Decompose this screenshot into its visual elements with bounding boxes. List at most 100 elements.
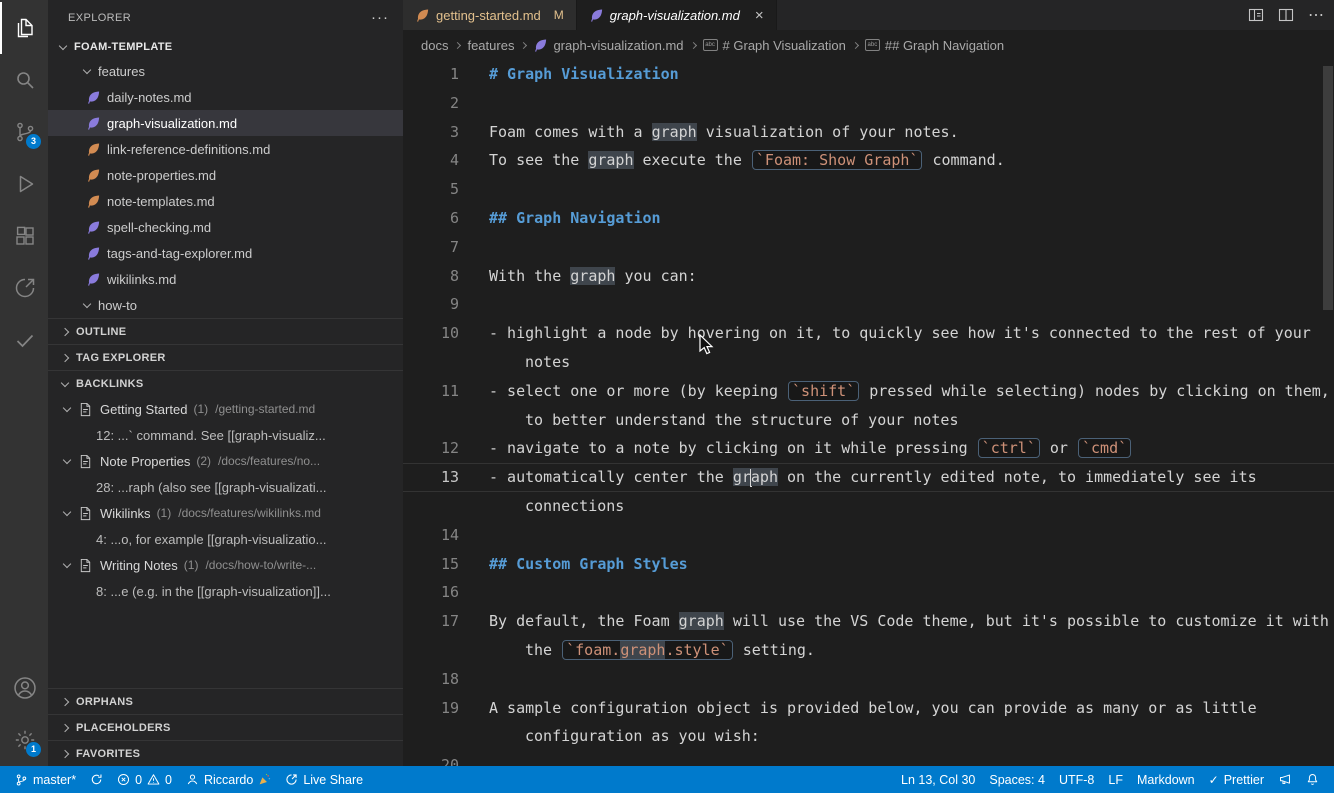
close-icon[interactable]: × xyxy=(755,8,764,23)
file-daily-notes-md[interactable]: daily-notes.md xyxy=(48,84,403,110)
foam-feather-icon xyxy=(86,116,101,131)
editor-line[interactable]: 9 xyxy=(403,290,1334,319)
breadcrumb-graph-visualization-md[interactable]: graph-visualization.md xyxy=(533,38,684,53)
editor-line[interactable]: 6 ## Graph Navigation xyxy=(403,204,1334,233)
status-branch[interactable]: master* xyxy=(8,766,83,793)
breadcrumb-graph-visualization[interactable]: abc # Graph Visualization xyxy=(702,38,846,53)
editor-line[interactable]: 15 ## Custom Graph Styles xyxy=(403,550,1334,579)
backlink-item-wikilinks[interactable]: Wikilinks (1) /docs/features/wikilinks.md xyxy=(48,500,403,526)
status-cursor-position[interactable]: Ln 13, Col 30 xyxy=(894,766,982,793)
file-spell-checking-md[interactable]: spell-checking.md xyxy=(48,214,403,240)
text-editor[interactable]: 1 # Graph Visualization 2 3 Foam comes with … xyxy=(403,60,1334,766)
folder-features[interactable]: features xyxy=(48,58,403,84)
editor-line[interactable]: 18 xyxy=(403,665,1334,694)
vscode-window: 31 EXPLORER ··· FOAM-TEMPLATE features da… xyxy=(0,0,1334,766)
activity-live-share[interactable] xyxy=(0,262,48,314)
badge: 1 xyxy=(26,742,41,757)
editor-line[interactable]: 4 To see the graph execute the `Foam: Sho… xyxy=(403,146,1334,175)
breadcrumb-docs[interactable]: docs xyxy=(421,38,448,53)
backlink-reference[interactable]: 4: ...o, for example [[graph-visualizati… xyxy=(48,526,403,552)
panel-placeholders[interactable]: PLACEHOLDERS xyxy=(48,714,403,740)
file-link-reference-definitions-md[interactable]: link-reference-definitions.md xyxy=(48,136,403,162)
split-editor-icon[interactable] xyxy=(1278,7,1294,23)
word-highlight: graph xyxy=(570,266,616,285)
backlink-item-getting-started[interactable]: Getting Started (1) /getting-started.md xyxy=(48,396,403,422)
panel-tag-explorer[interactable]: TAG EXPLORER xyxy=(48,344,403,370)
activity-testing[interactable] xyxy=(0,314,48,366)
open-preview-icon[interactable] xyxy=(1248,7,1264,23)
status-problems[interactable]: 00 xyxy=(110,766,179,793)
panel-orphans[interactable]: ORPHANS xyxy=(48,688,403,714)
editor-line[interactable]: 2 xyxy=(403,89,1334,118)
backlink-item-note-properties[interactable]: Note Properties (2) /docs/features/no... xyxy=(48,448,403,474)
file-wikilinks-md[interactable]: wikilinks.md xyxy=(48,266,403,292)
status-indentation[interactable]: Spaces: 4 xyxy=(982,766,1052,793)
editor-line[interactable]: 8 With the graph you can: xyxy=(403,262,1334,291)
editor-line[interactable]: 17 By default, the Foam graph will use th… xyxy=(403,607,1334,636)
activity-run-debug[interactable] xyxy=(0,158,48,210)
breadcrumb-features[interactable]: features xyxy=(467,38,514,53)
foam-feather-icon xyxy=(86,220,101,235)
status-user[interactable]: Riccardo xyxy=(179,766,278,793)
status-eol[interactable]: LF xyxy=(1101,766,1130,793)
editor-line[interactable]: 20 xyxy=(403,751,1334,766)
status-formatter[interactable]: ✓ Prettier xyxy=(1202,766,1271,793)
panel-backlinks[interactable]: BACKLINKS xyxy=(48,370,403,396)
tab-getting-started-md[interactable]: getting-started.md M xyxy=(403,0,577,30)
activity-account[interactable] xyxy=(0,662,48,714)
editor-line[interactable]: 16 xyxy=(403,578,1334,607)
editor-line[interactable]: 7 xyxy=(403,233,1334,262)
editor-line-wrap[interactable]: to better understand the structure of yo… xyxy=(403,406,1334,435)
tab-graph-visualization-md[interactable]: graph-visualization.md × xyxy=(576,0,777,30)
backlink-reference[interactable]: 8: ...e (e.g. in the [[graph-visualizati… xyxy=(48,578,403,604)
file-note-templates-md[interactable]: note-templates.md xyxy=(48,188,403,214)
activity-source-control[interactable]: 3 xyxy=(0,106,48,158)
panel-favorites[interactable]: FAVORITES xyxy=(48,740,403,766)
status-encoding[interactable]: UTF-8 xyxy=(1052,766,1101,793)
panel-outline[interactable]: OUTLINE xyxy=(48,318,403,344)
editor-line[interactable]: 10 - highlight a node by hovering on it, … xyxy=(403,319,1334,348)
editor-line[interactable]: 14 xyxy=(403,521,1334,550)
file-note-properties-md[interactable]: note-properties.md xyxy=(48,162,403,188)
file-graph-visualization-md[interactable]: graph-visualization.md xyxy=(48,110,403,136)
editor-line[interactable]: 3 Foam comes with a graph visualization o… xyxy=(403,118,1334,147)
editor-line-wrap[interactable]: the `foam.graph.style` setting. xyxy=(403,636,1334,665)
status-sync[interactable] xyxy=(83,766,110,793)
editor-line[interactable]: 1 # Graph Visualization xyxy=(403,60,1334,89)
editor-line-wrap[interactable]: configuration as you wish: xyxy=(403,722,1334,751)
backlink-title: Note Properties xyxy=(100,453,191,469)
status-notifications[interactable] xyxy=(1299,766,1326,793)
backlinks-list: Getting Started (1) /getting-started.md 12:… xyxy=(48,396,403,604)
editor-line[interactable]: 19 A sample configuration object is provi… xyxy=(403,694,1334,723)
editor-line-wrap[interactable]: notes xyxy=(403,348,1334,377)
branch-icon xyxy=(15,773,28,787)
activity-extensions[interactable] xyxy=(0,210,48,262)
backlink-item-writing-notes[interactable]: Writing Notes (1) /docs/how-to/write-... xyxy=(48,552,403,578)
editor-line[interactable]: 13 - automatically center the graph on th… xyxy=(403,463,1334,492)
section-foam-template[interactable]: FOAM-TEMPLATE xyxy=(48,35,403,58)
tab-bar: getting-started.md Mgraph-visualization.m… xyxy=(403,0,1334,30)
breadcrumb-separator-icon xyxy=(454,41,462,49)
foam-feather-icon xyxy=(415,8,430,23)
file-tags-and-tag-explorer-md[interactable]: tags-and-tag-explorer.md xyxy=(48,240,403,266)
editor-line-wrap[interactable]: connections xyxy=(403,492,1334,521)
activity-explorer[interactable] xyxy=(0,2,48,54)
editor-line[interactable]: 5 xyxy=(403,175,1334,204)
foam-feather-icon xyxy=(533,38,548,53)
folder-how-to[interactable]: how-to xyxy=(48,292,403,318)
sidebar-more-actions-icon[interactable]: ··· xyxy=(371,9,389,26)
status-language-mode[interactable]: Markdown xyxy=(1130,766,1202,793)
backlink-reference[interactable]: 12: ...` command. See [[graph-visualiz..… xyxy=(48,422,403,448)
editor-more-actions-icon[interactable]: ⋯ xyxy=(1308,5,1324,25)
backlink-reference[interactable]: 28: ...raph (also see [[graph-visualizat… xyxy=(48,474,403,500)
breadcrumb-graph-navigation[interactable]: abc ## Graph Navigation xyxy=(864,38,1004,53)
activity-settings[interactable]: 1 xyxy=(0,714,48,766)
editor-scrollbar[interactable] xyxy=(1323,66,1333,310)
symbol-icon: abc xyxy=(702,39,718,51)
editor-line[interactable]: 12 - navigate to a note by clicking on it… xyxy=(403,434,1334,463)
backlink-title: Wikilinks xyxy=(100,505,151,521)
editor-line[interactable]: 11 - select one or more (by keeping `shif… xyxy=(403,377,1334,406)
activity-search[interactable] xyxy=(0,54,48,106)
status-feedback[interactable] xyxy=(1271,766,1299,793)
status-live-share[interactable]: Live Share xyxy=(278,766,370,793)
